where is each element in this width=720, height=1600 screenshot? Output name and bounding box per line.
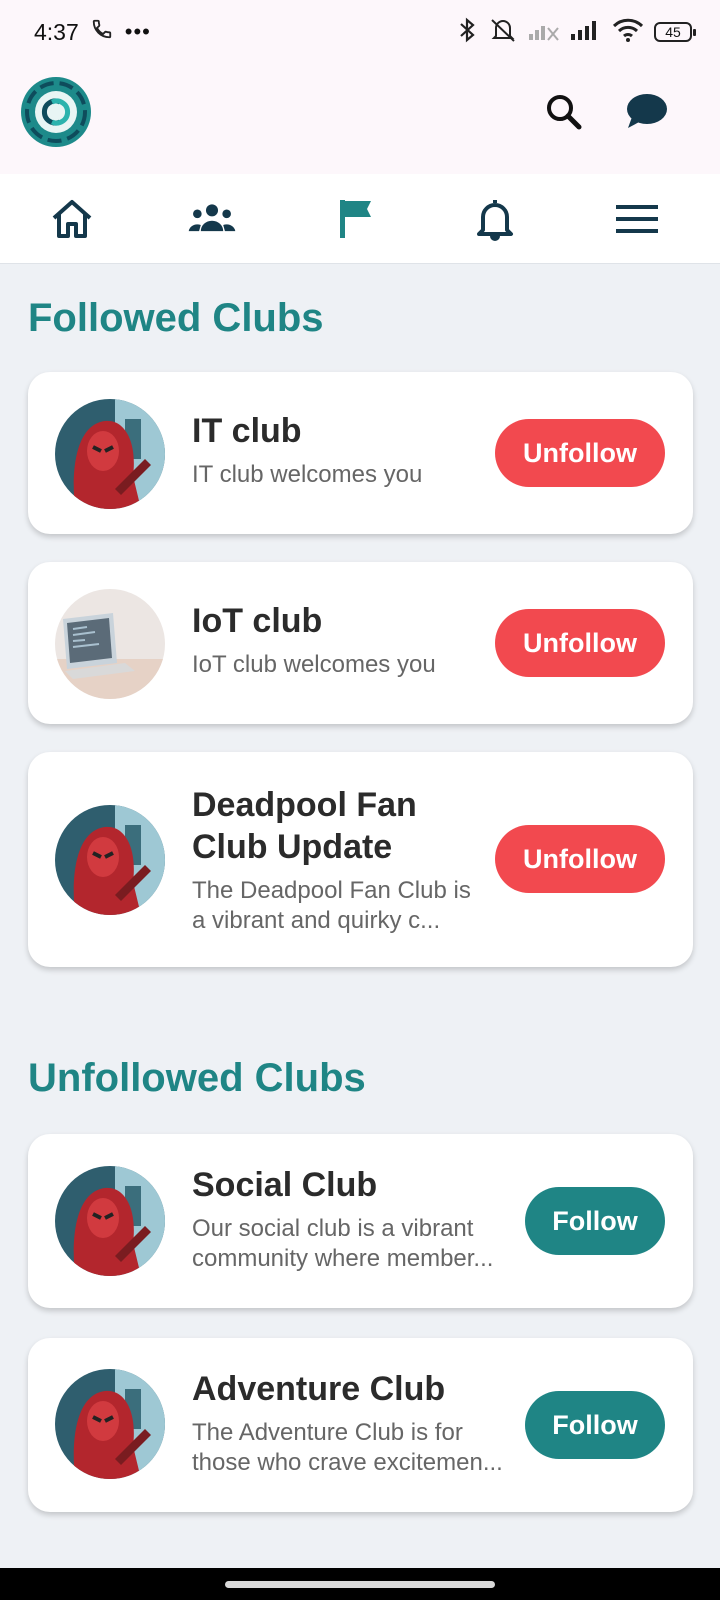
tab-people[interactable] — [187, 194, 237, 244]
club-info: Social Club Our social club is a vibrant… — [192, 1164, 522, 1274]
club-name: Social Club — [192, 1166, 378, 1204]
signal-weak-icon — [528, 18, 560, 47]
home-indicator[interactable] — [225, 1581, 495, 1588]
club-avatar — [55, 1166, 165, 1276]
bluetooth-icon — [456, 17, 478, 48]
club-name: IoT club — [192, 602, 323, 640]
battery-icon: 45 — [654, 22, 696, 42]
club-name: Adventure Club — [192, 1370, 446, 1408]
tab-bar — [0, 174, 720, 264]
status-time: 4:37 — [34, 18, 79, 45]
follow-button[interactable]: Follow — [525, 1391, 665, 1459]
signal-strong-icon — [570, 18, 602, 47]
status-left: 4:37 ••• — [34, 18, 151, 46]
club-info: IT club IT club welcomes you — [192, 410, 492, 490]
club-description: IT club welcomes you — [192, 461, 423, 488]
tab-menu[interactable] — [612, 194, 662, 244]
club-description: The Deadpool Fan Club is a vibrant and q… — [192, 877, 471, 934]
club-description: The Adventure Club is for those who crav… — [192, 1419, 503, 1476]
more-dots-icon: ••• — [124, 19, 151, 44]
club-card[interactable]: IT club IT club welcomes you Unfollow — [28, 372, 693, 534]
gesture-bar — [0, 1568, 720, 1600]
wifi-icon — [612, 17, 644, 48]
club-avatar — [55, 805, 165, 915]
club-name: Deadpool Fan Club Update — [192, 786, 417, 866]
bell-icon — [477, 200, 513, 241]
club-card[interactable]: Social Club Our social club is a vibrant… — [28, 1134, 693, 1308]
follow-button[interactable]: Follow — [525, 1187, 665, 1255]
followed-clubs-title: Followed Clubs — [28, 296, 324, 340]
search-icon[interactable] — [542, 90, 586, 134]
unfollow-button[interactable]: Unfollow — [495, 419, 665, 487]
tab-clubs[interactable] — [330, 194, 380, 244]
club-avatar — [55, 589, 165, 699]
club-info: IoT club IoT club welcomes you — [192, 600, 492, 680]
club-avatar — [55, 1369, 165, 1479]
club-avatar — [55, 399, 165, 509]
unfollow-button[interactable]: Unfollow — [495, 609, 665, 677]
club-description: IoT club welcomes you — [192, 651, 436, 678]
club-card[interactable]: IoT club IoT club welcomes you Unfollow — [28, 562, 693, 724]
club-info: Adventure Club The Adventure Club is for… — [192, 1368, 522, 1478]
club-description: Our social club is a vibrant community w… — [192, 1215, 494, 1272]
status-bar: 4:37 ••• 45 — [0, 0, 720, 64]
tab-notifications[interactable] — [470, 194, 520, 244]
club-info: Deadpool Fan Club Update The Deadpool Fa… — [192, 784, 482, 936]
unfollowed-clubs-title: Unfollowed Clubs — [28, 1056, 366, 1100]
chat-icon[interactable] — [624, 90, 668, 134]
status-right: 45 — [456, 17, 696, 48]
flag-icon — [340, 200, 371, 238]
unfollow-button[interactable]: Unfollow — [495, 825, 665, 893]
club-card[interactable]: Adventure Club The Adventure Club is for… — [28, 1338, 693, 1512]
club-card[interactable]: Deadpool Fan Club Update The Deadpool Fa… — [28, 752, 693, 967]
mute-bell-icon — [488, 17, 518, 48]
app-logo-icon[interactable] — [20, 76, 92, 148]
people-icon — [188, 204, 236, 232]
club-name: IT club — [192, 412, 302, 450]
tab-home[interactable] — [47, 194, 97, 244]
home-icon — [52, 200, 92, 238]
menu-icon — [616, 205, 658, 233]
call-icon — [91, 18, 113, 46]
app-header — [0, 64, 720, 174]
